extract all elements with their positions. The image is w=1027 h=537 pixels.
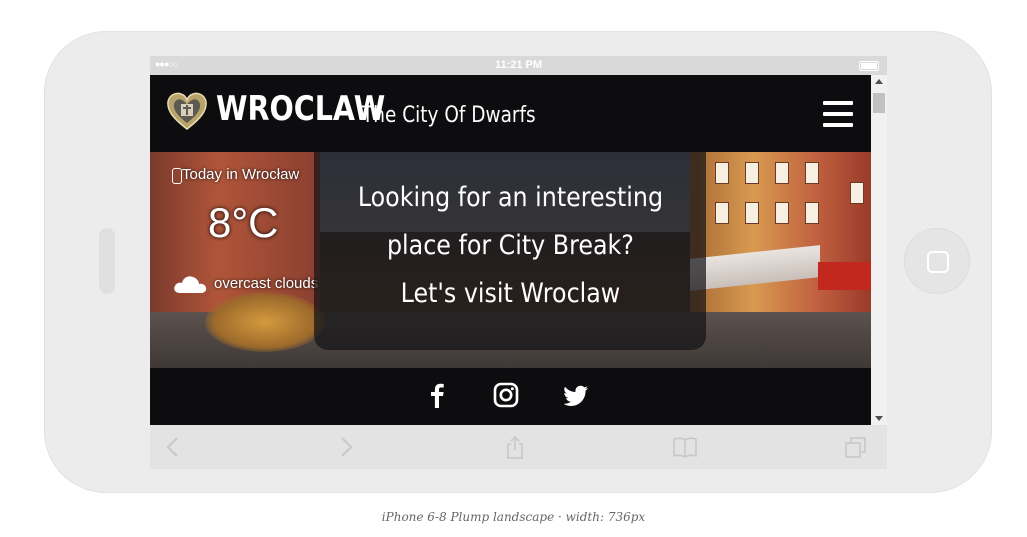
site-subtitle: The City Of Dwarfs [362,103,536,128]
battery-icon [859,61,879,71]
hero-window [850,182,864,204]
facebook-icon[interactable] [424,382,450,408]
hero-red-awning [818,262,871,290]
hero-window [775,162,789,184]
site-header: WROCLAW The City Of Dwarfs [150,75,871,152]
scrollbar-thumb[interactable] [873,93,885,113]
site-title[interactable]: WROCLAW [216,89,385,129]
device-side-button [99,228,115,294]
hero-window [805,162,819,184]
vertical-scrollbar[interactable] [871,75,887,425]
tabs-icon[interactable] [844,435,868,459]
hero-window [805,202,819,224]
device-caption: iPhone 6-8 Plump landscape · width: 736p… [381,510,646,524]
hero-window [715,162,729,184]
social-footer [150,368,871,425]
weather-description: overcast clouds [214,275,319,292]
instagram-icon[interactable] [493,382,519,408]
share-icon[interactable] [503,435,527,459]
hero-window [715,202,729,224]
scroll-down-arrow-icon[interactable] [875,416,883,421]
hero-window [745,162,759,184]
twitter-icon[interactable] [564,382,590,408]
hero-banner: Today in Wrocław 8°C overcast clouds Loo… [150,152,871,368]
forward-arrow-icon[interactable] [333,435,357,459]
weather-title: Today in Wrocław [182,166,300,183]
hamburger-menu-icon[interactable] [823,101,853,127]
bookmarks-icon[interactable] [673,435,697,459]
weather-temperature: 8°C [208,199,279,246]
home-square-icon [927,251,949,273]
browser-toolbar [150,425,887,469]
hero-window [775,202,789,224]
hero-window [745,202,759,224]
scroll-up-arrow-icon[interactable] [875,79,883,84]
status-time: 11:21 PM [494,59,543,71]
hero-tagline: Looking for an interesting place for Cit… [357,182,663,309]
web-viewport: WROCLAW The City Of Dwarfs Today in Wroc… [150,75,871,425]
device-home-button[interactable] [904,228,970,294]
cloud-icon [174,276,207,293]
location-pin-icon [172,168,182,184]
device-screen: ●●●○○ 11:21 PM WROCLAW The City Of Dwarf… [150,56,887,469]
heart-crest-icon[interactable] [166,91,208,131]
back-arrow-icon[interactable] [162,435,186,459]
status-bar: ●●●○○ 11:21 PM [150,56,887,75]
hero-tree [205,292,325,352]
